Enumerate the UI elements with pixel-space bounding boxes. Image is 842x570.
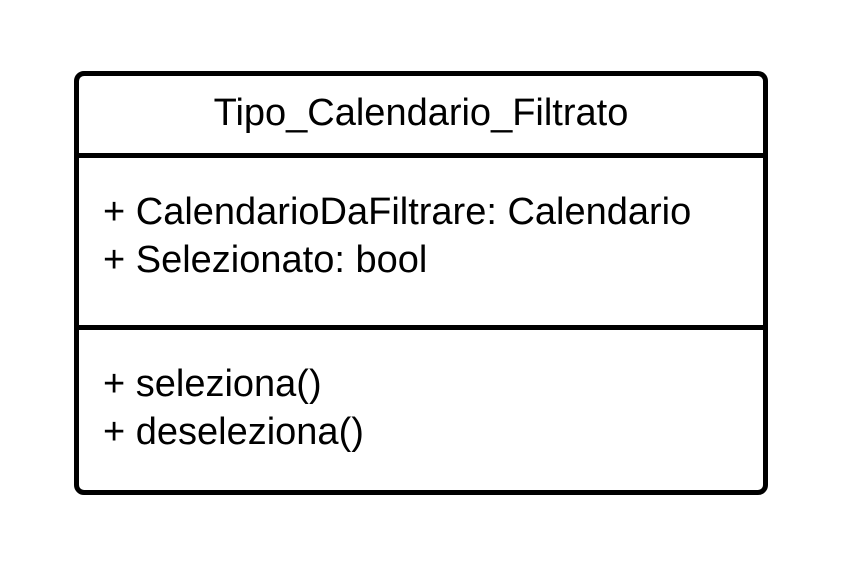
attributes-compartment: + CalendarioDaFiltrare: Calendario + Sel… xyxy=(79,158,763,330)
method-list: + seleziona() + deseleziona() xyxy=(103,360,364,456)
attribute-list: + CalendarioDaFiltrare: Calendario + Sel… xyxy=(103,188,691,284)
class-name: Tipo_Calendario_Filtrato xyxy=(213,92,629,134)
attribute-item: + CalendarioDaFiltrare: Calendario xyxy=(103,191,692,233)
method-item: + seleziona() xyxy=(103,363,322,405)
attribute-item: + Selezionato: bool xyxy=(103,239,428,281)
class-name-compartment: Tipo_Calendario_Filtrato xyxy=(79,76,763,158)
methods-compartment: + seleziona() + deseleziona() xyxy=(79,330,763,490)
uml-class-box[interactable]: Tipo_Calendario_Filtrato + CalendarioDaF… xyxy=(74,71,768,495)
method-item: + deseleziona() xyxy=(103,411,364,453)
